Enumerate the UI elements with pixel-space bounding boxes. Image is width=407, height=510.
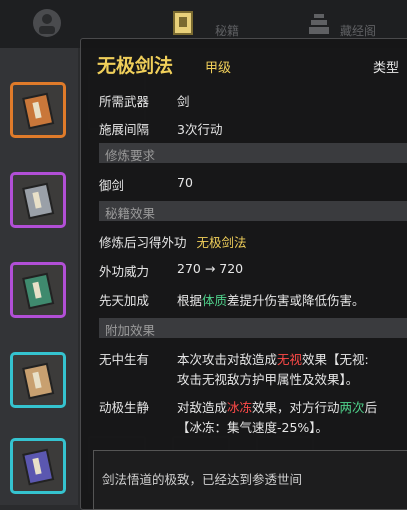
pagoda-icon bbox=[309, 14, 329, 34]
effects-header: 秘籍效果 bbox=[99, 201, 407, 221]
innate-post: 差提升伤害或降低伤害。 bbox=[227, 293, 365, 308]
innate-keyword: 体质 bbox=[202, 293, 228, 308]
extra2-tail: 后 bbox=[364, 400, 378, 415]
flavor-text: 剑法悟道的极致，已经达到参透世间 bbox=[102, 472, 303, 487]
book-tab[interactable] bbox=[166, 6, 200, 40]
pagoda-tab[interactable] bbox=[302, 6, 336, 40]
extra2-line1: 对敌造成冰冻效果，对方行动两次后 bbox=[177, 397, 377, 416]
weapon-value: 剑 bbox=[177, 94, 190, 109]
skill-tooltip: 无极剑法 甲级 类型 所需武器 剑 施展间隔 3次行动 修炼要求 御剑 70 秘… bbox=[80, 38, 407, 510]
extra2-line2: 【冰冻：集气速度-25%】。 bbox=[177, 420, 329, 435]
type-label: 类型 bbox=[373, 61, 400, 76]
requirement-label: 御剑 bbox=[99, 178, 125, 193]
extra2-name: 动极生静 bbox=[99, 400, 150, 415]
extra2-highlight: 两次 bbox=[339, 400, 365, 415]
extra1-name: 无中生有 bbox=[99, 352, 150, 367]
innate-label: 先天加成 bbox=[99, 293, 150, 308]
requirement-value: 70 bbox=[177, 175, 193, 190]
skill-grade: 甲级 bbox=[205, 61, 232, 76]
effect-skill: 无极剑法 bbox=[196, 235, 247, 250]
book-icon bbox=[22, 362, 55, 400]
interval-value: 3次行动 bbox=[177, 122, 223, 137]
book-slot[interactable] bbox=[10, 82, 66, 138]
book-slot[interactable] bbox=[10, 352, 66, 408]
book-icon bbox=[22, 92, 55, 130]
extra1-pre: 本次攻击对敌造成 bbox=[177, 352, 278, 367]
book-slot[interactable] bbox=[10, 438, 66, 494]
innate-text: 根据体质差提升伤害或降低伤害。 bbox=[177, 290, 365, 309]
extra2-effect: 冰冻 bbox=[227, 400, 253, 415]
interval-label: 施展间隔 bbox=[99, 122, 150, 137]
flavor-text-box: 剑法悟道的极致，已经达到参透世间 bbox=[93, 450, 407, 510]
extra1-post: 效果【无视: bbox=[302, 352, 369, 367]
extra1-line1: 本次攻击对敌造成无视效果【无视: bbox=[177, 349, 369, 368]
extra1-effect: 无视 bbox=[277, 352, 303, 367]
book-tab-icon bbox=[173, 11, 193, 35]
weapon-label: 所需武器 bbox=[99, 94, 150, 109]
book-icon bbox=[22, 272, 55, 310]
extra-header: 附加效果 bbox=[99, 318, 407, 338]
extra2-pre: 对敌造成 bbox=[177, 400, 228, 415]
tab-label-library: 藏经阁 bbox=[340, 24, 377, 38]
skill-title: 无极剑法 bbox=[97, 55, 174, 77]
power-label: 外功威力 bbox=[99, 264, 150, 279]
extra-header-label: 附加效果 bbox=[105, 323, 156, 338]
effects-header-label: 秘籍效果 bbox=[105, 206, 156, 221]
extra1-line2: 攻击无视敌方护甲属性及效果】。 bbox=[177, 372, 359, 387]
innate-pre: 根据 bbox=[177, 293, 203, 308]
book-icon bbox=[22, 182, 55, 220]
effect-line: 修炼后习得外功 无极剑法 bbox=[99, 232, 247, 251]
character-tab[interactable] bbox=[30, 6, 64, 40]
requirements-header: 修炼要求 bbox=[99, 143, 407, 163]
book-slot[interactable] bbox=[10, 172, 66, 228]
book-slot[interactable] bbox=[10, 262, 66, 318]
power-value: 270 → 720 bbox=[177, 261, 244, 276]
book-icon bbox=[22, 448, 55, 486]
effect-prefix: 修炼后习得外功 bbox=[99, 235, 187, 250]
requirements-header-label: 修炼要求 bbox=[105, 148, 156, 163]
tab-label-books: 秘籍 bbox=[215, 24, 240, 38]
extra2-mid: 效果，对方行动 bbox=[252, 400, 340, 415]
character-icon bbox=[33, 9, 61, 37]
